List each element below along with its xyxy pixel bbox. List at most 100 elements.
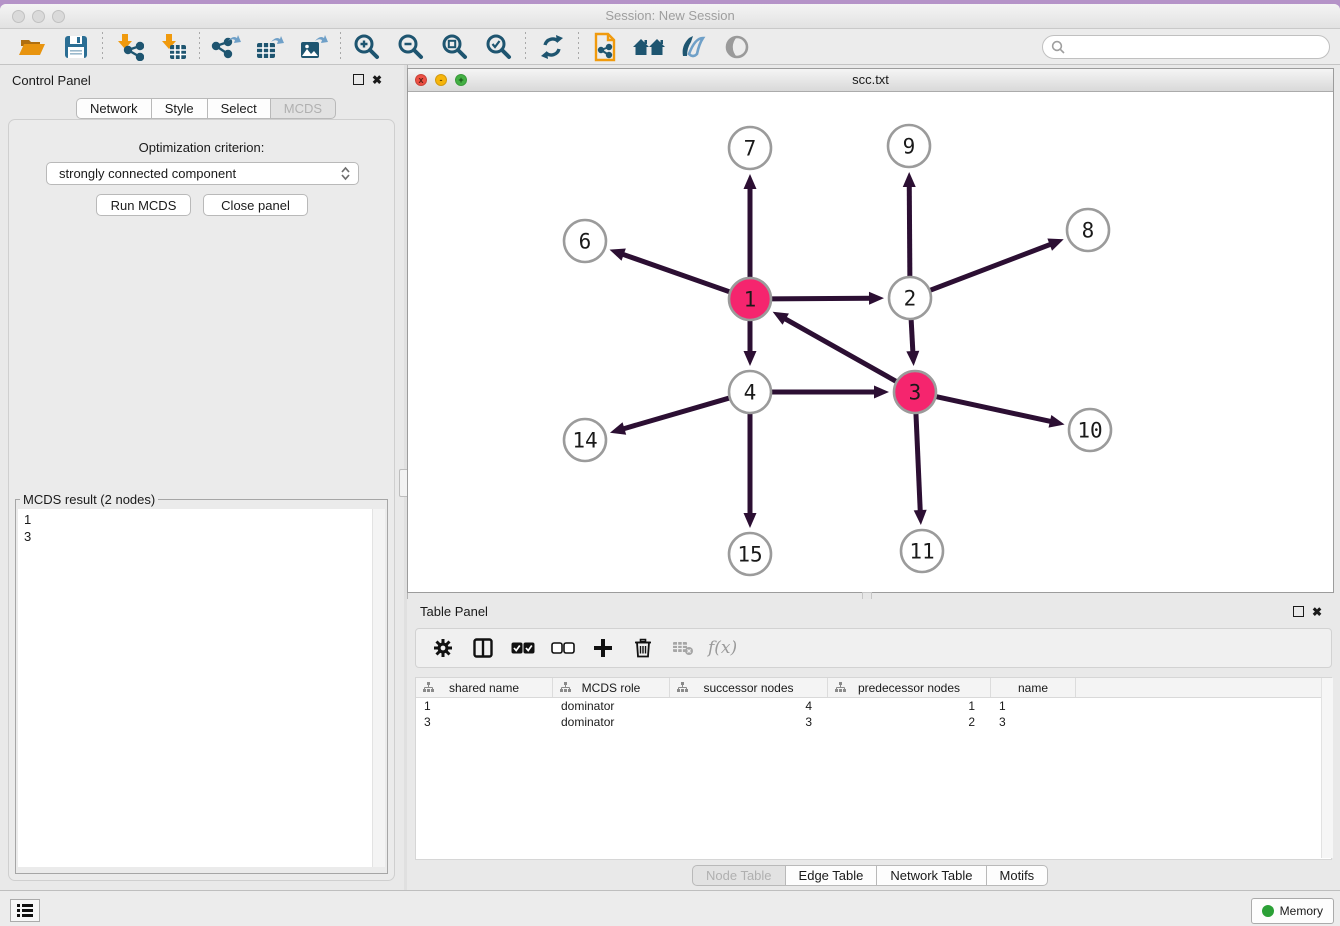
export-network-icon[interactable]	[204, 31, 248, 63]
graph-edge-1-2[interactable]	[769, 298, 871, 299]
control-panel: Control Panel ✖ NetworkStyleSelectMCDS O…	[0, 65, 404, 890]
float-panel-icon[interactable]	[353, 74, 364, 85]
graph-edge-2-3[interactable]	[911, 317, 913, 353]
table-cell[interactable]: 3	[991, 714, 1076, 730]
mcds-tab-content: Optimization criterion: strongly connect…	[8, 119, 395, 881]
table-cell[interactable]: dominator	[553, 714, 670, 730]
split-panel-icon[interactable]	[468, 633, 498, 663]
apply-style-icon[interactable]	[671, 31, 715, 63]
graph-arrowhead	[1047, 239, 1063, 251]
column-header-shared-name[interactable]: shared name	[416, 678, 553, 697]
delete-row-icon[interactable]	[628, 633, 658, 663]
graph-edge-2-9[interactable]	[909, 185, 910, 279]
app-title: Session: New Session	[0, 8, 1340, 23]
task-history-button[interactable]	[10, 899, 40, 922]
table-cell[interactable]: 3	[416, 714, 553, 730]
table-cell[interactable]: 1	[991, 698, 1076, 714]
graph-edge-2-8[interactable]	[928, 244, 1052, 291]
function-builder-icon[interactable]: f(x)	[708, 633, 737, 663]
network-canvas[interactable]: 7968124314101511	[408, 91, 1333, 592]
zoom-in-icon[interactable]	[345, 31, 389, 63]
network-window-titlebar: x - + scc.txt	[408, 69, 1333, 92]
column-header-MCDS-role[interactable]: MCDS role	[553, 678, 670, 697]
show-graphics-details-icon[interactable]	[715, 31, 759, 63]
graph-edge-3-10[interactable]	[934, 396, 1052, 422]
export-table-icon[interactable]	[248, 31, 292, 63]
zoom-out-icon[interactable]	[389, 31, 433, 63]
tab-mcds[interactable]: MCDS	[270, 98, 336, 119]
table-scrollbar[interactable]	[1321, 678, 1333, 858]
select-all-icon[interactable]	[508, 633, 538, 663]
tab-node-table[interactable]: Node Table	[692, 865, 785, 886]
delete-table-icon[interactable]	[668, 633, 698, 663]
graph-node-label: 8	[1082, 219, 1095, 243]
mcds-result-item[interactable]: 3	[24, 528, 385, 545]
column-header-successor-nodes[interactable]: successor nodes	[670, 678, 828, 697]
search-input[interactable]	[1065, 40, 1329, 54]
copy-network-view-icon[interactable]	[583, 31, 627, 63]
home-icon[interactable]	[627, 31, 671, 63]
zoom-selected-icon[interactable]	[477, 31, 521, 63]
tab-select[interactable]: Select	[207, 98, 270, 119]
deselect-all-icon[interactable]	[548, 633, 578, 663]
graph-node-label: 11	[909, 540, 934, 564]
memory-status-icon	[1262, 905, 1274, 917]
toolbar-separator	[340, 32, 341, 62]
table-cell[interactable]: 1	[416, 698, 553, 714]
tab-edge-table[interactable]: Edge Table	[785, 865, 877, 886]
refresh-layout-icon[interactable]	[530, 31, 574, 63]
close-panel-icon[interactable]: ✖	[1312, 607, 1322, 617]
tab-network[interactable]: Network	[76, 98, 151, 119]
import-network-icon[interactable]	[107, 31, 151, 63]
table-cell[interactable]: 4	[670, 698, 828, 714]
graph-edge-1-6[interactable]	[622, 254, 732, 293]
export-image-icon[interactable]	[292, 31, 336, 63]
close-panel-icon[interactable]: ✖	[372, 75, 382, 85]
close-panel-button[interactable]: Close panel	[203, 194, 308, 216]
memory-button[interactable]: Memory	[1251, 898, 1334, 924]
graph-node-label: 15	[737, 543, 762, 567]
criterion-dropdown[interactable]: strongly connected component	[46, 162, 359, 185]
app-titlebar: Session: New Session	[0, 4, 1340, 29]
tab-style[interactable]: Style	[151, 98, 207, 119]
tab-network-table[interactable]: Network Table	[876, 865, 985, 886]
graph-node-label: 9	[903, 135, 916, 159]
main-toolbar	[0, 29, 1340, 65]
table-cell[interactable]: dominator	[553, 698, 670, 714]
add-row-icon[interactable]	[588, 633, 618, 663]
main-area: Control Panel ✖ NetworkStyleSelectMCDS O…	[0, 65, 1340, 890]
graph-edge-3-11[interactable]	[916, 411, 920, 512]
table-panel: Table Panel ✖	[407, 599, 1340, 890]
graph-arrowhead	[874, 386, 889, 399]
table-row[interactable]: 1dominator411	[416, 698, 1331, 714]
graph-arrowhead	[1049, 415, 1065, 428]
graph-edge-4-14[interactable]	[622, 397, 731, 429]
zoom-fit-icon[interactable]	[433, 31, 477, 63]
column-type-icon	[835, 682, 846, 693]
column-header-label: predecessor nodes	[858, 681, 960, 695]
table-cell[interactable]: 3	[670, 714, 828, 730]
table-toolbar: f(x)	[415, 628, 1332, 668]
graph-node-label: 4	[744, 381, 757, 405]
column-type-icon	[560, 682, 571, 693]
save-session-icon[interactable]	[54, 31, 98, 63]
mcds-result-list[interactable]: 13	[18, 509, 385, 867]
table-cell[interactable]: 1	[828, 698, 991, 714]
graph-arrowhead	[869, 292, 884, 305]
result-scrollbar[interactable]	[372, 509, 385, 867]
graph-edge-3-1[interactable]	[784, 318, 898, 383]
mcds-result-item[interactable]: 1	[24, 511, 385, 528]
run-mcds-button[interactable]: Run MCDS	[96, 194, 191, 216]
import-table-icon[interactable]	[151, 31, 195, 63]
graph-arrowhead	[744, 174, 757, 189]
table-cell[interactable]: 2	[828, 714, 991, 730]
tab-motifs[interactable]: Motifs	[986, 865, 1049, 886]
float-panel-icon[interactable]	[1293, 606, 1304, 617]
settings-gear-icon[interactable]	[428, 633, 458, 663]
column-header-name[interactable]: name	[991, 678, 1076, 697]
column-header-predecessor-nodes[interactable]: predecessor nodes	[828, 678, 991, 697]
mcds-result-legend: MCDS result (2 nodes)	[20, 492, 158, 507]
search-field[interactable]	[1042, 35, 1330, 59]
table-row[interactable]: 3dominator323	[416, 714, 1331, 730]
open-file-icon[interactable]	[10, 31, 54, 63]
